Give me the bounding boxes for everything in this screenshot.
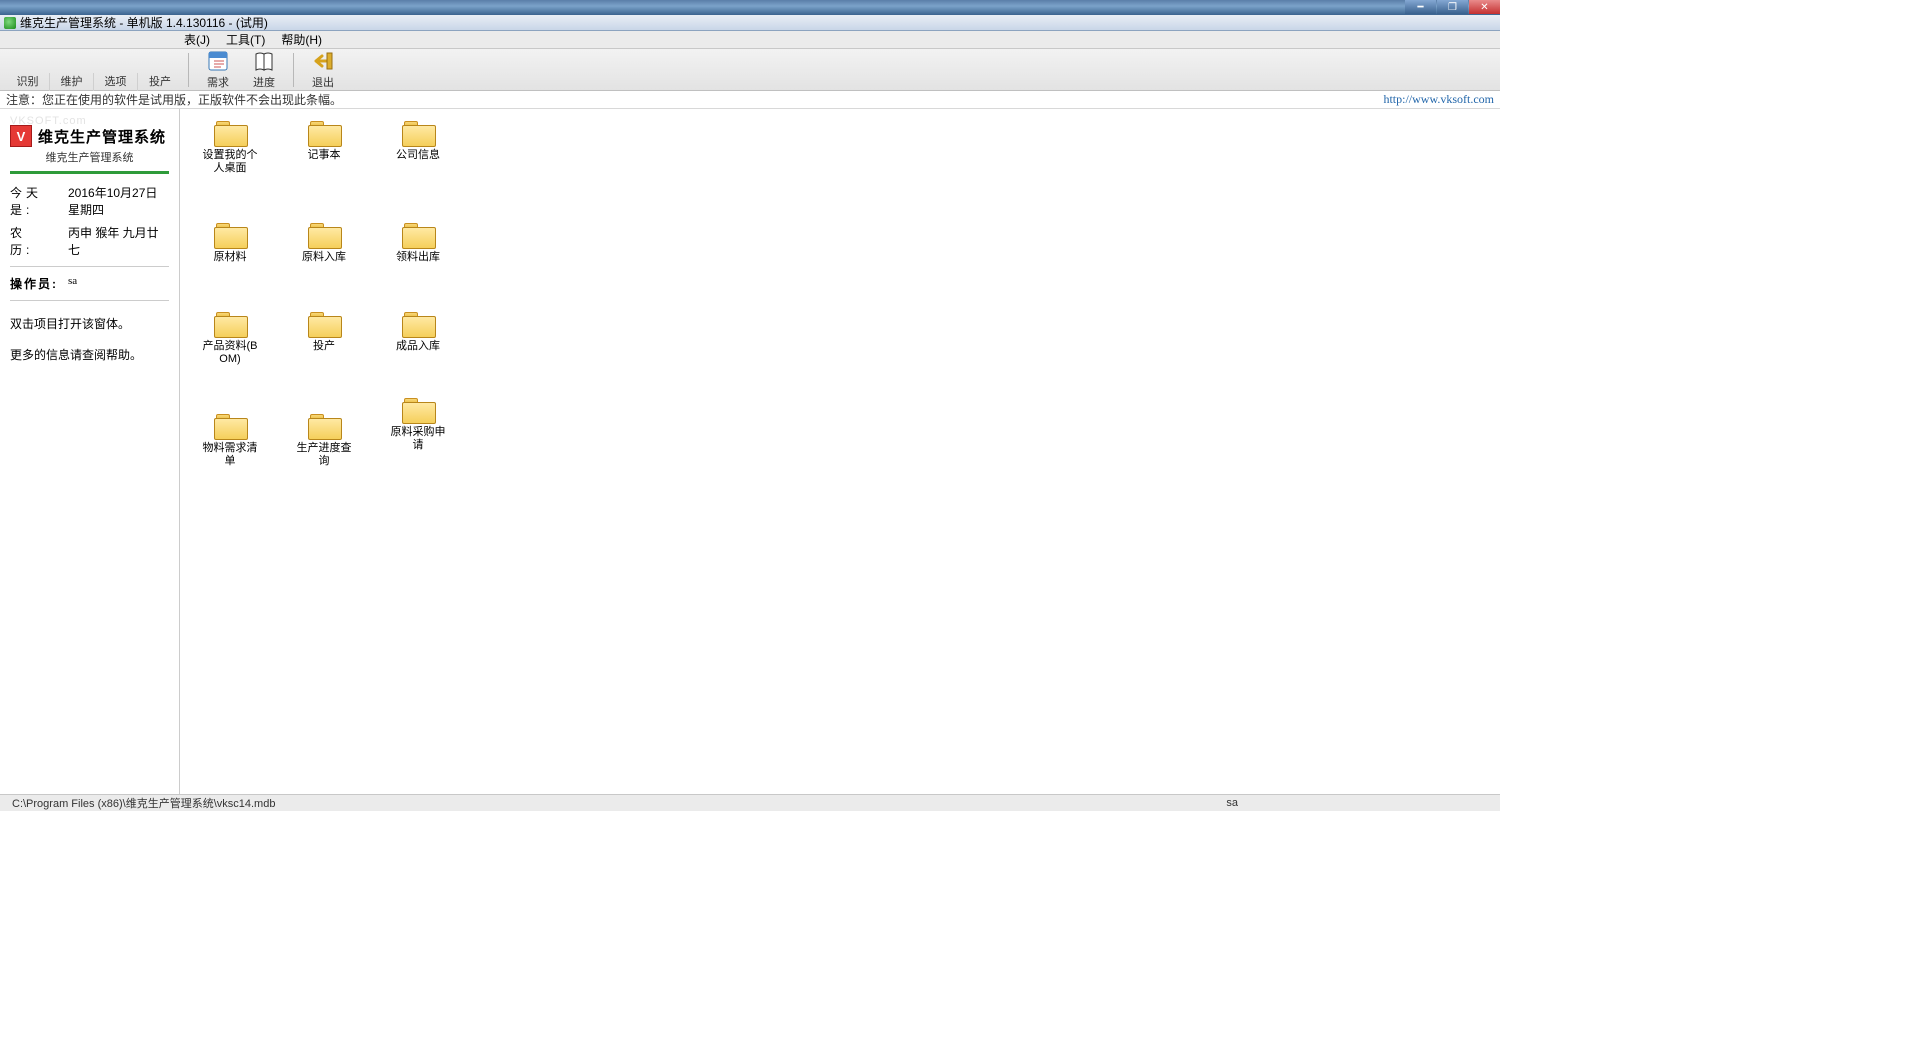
vendor-link[interactable]: http://www.vksoft.com — [1383, 92, 1494, 107]
folder-icon — [214, 310, 246, 336]
status-path: C:\Program Files (x86)\维克生产管理系统\vksc14.m… — [6, 795, 281, 811]
menu-help[interactable]: 帮助(H) — [277, 31, 326, 48]
lunar-label: 农 历: — [10, 224, 58, 258]
logo-icon: V — [10, 125, 32, 147]
divider — [10, 266, 169, 267]
sidebar-subtitle: 维克生产管理系统 — [10, 149, 169, 165]
sidebar-app-title: 维克生产管理系统 — [38, 126, 166, 147]
tb-progress[interactable]: 进度 — [241, 49, 287, 91]
deskicon-set-desktop[interactable]: 设置我的个人桌面 — [200, 119, 260, 175]
deskicon-company[interactable]: 公司信息 — [388, 119, 448, 175]
statusbar: C:\Program Files (x86)\维克生产管理系统\vksc14.m… — [0, 794, 1500, 811]
folder-icon — [308, 310, 340, 336]
toolbar: 识别 维护 选项 投产 需求 进度 退出 — [0, 49, 1500, 91]
divider — [10, 300, 169, 301]
sidebar: VKSOFT.com V 维克生产管理系统 维克生产管理系统 今天是: 2016… — [0, 109, 180, 797]
menu-tools[interactable]: 工具(T) — [222, 31, 269, 48]
today-value: 2016年10月27日 星期四 — [68, 184, 169, 218]
tip-2: 更多的信息请查阅帮助。 — [10, 346, 169, 363]
folder-icon — [402, 396, 434, 422]
folder-icon — [214, 221, 246, 247]
menu-report[interactable]: 表(J) — [180, 31, 214, 48]
tb-exit[interactable]: 退出 — [300, 49, 346, 91]
folder-icon — [402, 310, 434, 336]
tb-small-4[interactable]: 投产 — [138, 73, 182, 91]
deskicon-mrp[interactable]: 物料需求清单 — [200, 412, 260, 468]
os-maximize-button[interactable]: ❐ — [1437, 0, 1468, 14]
deskicon-material-out[interactable]: 领料出库 — [388, 221, 448, 264]
tb-small-1[interactable]: 识别 — [6, 73, 50, 91]
folder-icon — [308, 221, 340, 247]
folder-icon — [214, 119, 246, 145]
deskicon-notepad[interactable]: 记事本 — [294, 119, 354, 175]
tb-small-3[interactable]: 选项 — [94, 73, 138, 91]
deskicon-material[interactable]: 原材料 — [200, 221, 260, 264]
deskicon-bom[interactable]: 产品资料(BOM) — [200, 310, 260, 366]
deskicon-progress[interactable]: 生产进度查询 — [294, 412, 354, 468]
trial-notice: 注意：您正在使用的软件是试用版，正版软件不会出现此条幅。 http://www.… — [0, 91, 1500, 109]
tb-demand[interactable]: 需求 — [195, 49, 241, 91]
operator-label: 操作员: — [10, 275, 58, 292]
tb-small-2[interactable]: 维护 — [50, 73, 94, 91]
app-icon — [4, 17, 16, 29]
folder-icon — [402, 221, 434, 247]
toolbar-divider — [188, 53, 189, 87]
os-close-button[interactable]: ✕ — [1469, 0, 1500, 14]
folder-icon — [214, 412, 246, 438]
trial-notice-text: 注意：您正在使用的软件是试用版，正版软件不会出现此条幅。 — [6, 91, 342, 108]
os-window-titlebar: ━ ❐ ✕ — [0, 0, 1500, 15]
today-label: 今天是: — [10, 184, 58, 218]
exit-icon — [312, 50, 334, 72]
app-titlebar: 维克生产管理系统 - 单机版 1.4.130116 - (试用) — [0, 15, 1500, 31]
deskicon-produce[interactable]: 投产 — [294, 310, 354, 366]
lunar-value: 丙申 猴年 九月廿七 — [68, 224, 169, 258]
folder-icon — [308, 412, 340, 438]
tip-1: 双击项目打开该窗体。 — [10, 315, 169, 332]
deskicon-product-in[interactable]: 成品入库 — [388, 310, 448, 366]
app-title: 维克生产管理系统 - 单机版 1.4.130116 - (试用) — [20, 14, 268, 31]
os-minimize-button[interactable]: ━ — [1405, 0, 1436, 14]
folder-icon — [402, 119, 434, 145]
calendar-icon — [207, 50, 229, 72]
operator-value: sa — [68, 275, 77, 292]
green-rule — [10, 171, 169, 174]
deskicon-material-in[interactable]: 原料入库 — [294, 221, 354, 264]
folder-icon — [308, 119, 340, 145]
menubar: 表(J) 工具(T) 帮助(H) — [0, 31, 1500, 49]
deskicon-purchase[interactable]: 原料采购申请 — [388, 396, 448, 468]
workspace: 设置我的个人桌面 记事本 公司信息 原材料 原料入库 领料出库 产品资料(BOM… — [180, 109, 1500, 797]
toolbar-divider-2 — [293, 53, 294, 87]
status-user: sa — [1220, 797, 1244, 809]
book-icon — [253, 50, 275, 72]
